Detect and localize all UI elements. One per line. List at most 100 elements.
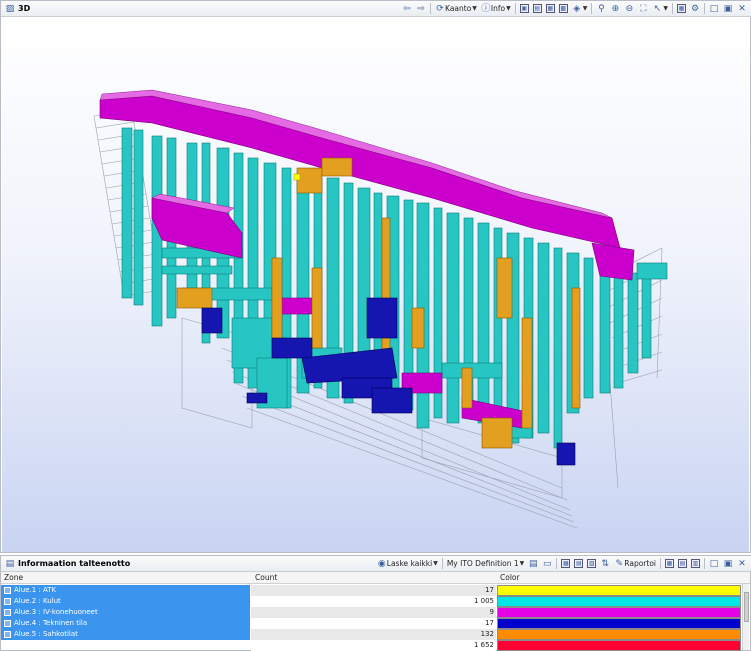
view-mode-button-2[interactable]: ▤ (531, 2, 544, 16)
definition-select[interactable]: My ITO Definition 1 ▼ (445, 557, 526, 571)
sort-button[interactable]: ⇅ (598, 557, 612, 571)
collapse-button[interactable]: ▤ (676, 557, 689, 571)
pointer-icon: ↖ (653, 3, 662, 14)
maximize-button[interactable]: ▣ (721, 2, 735, 16)
rotate-label: Kaanto (445, 4, 472, 13)
table-row[interactable]: Alue.1 : ATK 17 (1, 585, 743, 596)
camera-button[interactable]: ⚙ (688, 2, 702, 16)
zone-cell[interactable]: Alue.5 : Sahkotilat (1, 629, 250, 640)
info-minimize-button[interactable]: □ (707, 557, 721, 571)
minimize-button[interactable]: □ (707, 2, 721, 16)
zone-cell[interactable]: Alue.2 : Kulut (1, 596, 250, 607)
3d-view-icon: ▨ (5, 3, 15, 14)
color-swatch[interactable] (497, 629, 741, 640)
open-definition-button[interactable]: ▭ (540, 557, 554, 571)
table-row[interactable]: Alue.5 : Sahkotilat 132 (1, 629, 743, 640)
zone-icon (4, 630, 11, 638)
table-view-button-3[interactable]: ▧ (585, 557, 598, 571)
info-panel-icon: ▤ (5, 558, 15, 569)
3d-viewport[interactable] (2, 18, 749, 552)
color-swatch[interactable] (497, 640, 741, 651)
chevron-down-icon: ▼ (663, 5, 668, 12)
color-swatch[interactable] (497, 596, 741, 607)
zone-cell[interactable]: Alue.3 : IV-konehuoneet (1, 607, 250, 618)
zone-label: Alue.5 : Sahkotilat (14, 630, 78, 639)
calculate-all-button[interactable]: ◉ Laske kaikki ▼ (375, 557, 440, 571)
count-cell: 1 005 (251, 596, 496, 607)
info-panel-titlebar: ▤ Informaation talteenotto ◉ Laske kaikk… (1, 556, 751, 572)
report-icon: ✎ (615, 558, 624, 569)
info-retrieval-panel: ▤ Informaation talteenotto ◉ Laske kaikk… (0, 555, 751, 651)
view-mode-button-5[interactable]: ◈ ▼ (570, 2, 590, 16)
info-button[interactable]: ⓘ Info ▼ (479, 2, 513, 16)
column-header-count[interactable]: Count (255, 573, 277, 582)
forward-button[interactable]: ⇨ (414, 2, 428, 16)
zone-icon (4, 619, 11, 627)
zone-icon (4, 608, 11, 616)
toolbar-separator (556, 558, 558, 569)
collapse-icon: ▤ (678, 559, 687, 568)
yellow-zones (293, 173, 301, 181)
info-maximize-button[interactable]: ▣ (721, 557, 735, 571)
zone-label: Alue.2 : Kulut (14, 597, 61, 606)
building-model (93, 89, 668, 529)
3d-view-toolbar: ⇦ ⇨ ⟳ Kaanto ▼ ⓘ Info ▼ ▣ ▤ ▦ ▩ ◈ ▼ ⚲ ⊕ ⊖… (400, 1, 751, 17)
close-button[interactable]: ✕ (735, 2, 749, 16)
table-row[interactable]: 1 652 (1, 640, 743, 651)
color-swatch[interactable] (497, 607, 741, 618)
3d-view-panel: ▨ 3D ⇦ ⇨ ⟳ Kaanto ▼ ⓘ Info ▼ ▣ ▤ ▦ ▩ ◈ ▼ … (0, 0, 751, 553)
zoom-extents-icon: ⛶ (640, 3, 647, 14)
zone-cell[interactable] (1, 640, 250, 651)
view-mode-button-3[interactable]: ▦ (544, 2, 557, 16)
zone-label: Alue.3 : IV-konehuoneet (14, 608, 98, 617)
new-document-icon: ▤ (529, 558, 538, 569)
zone-cell[interactable]: Alue.4 : Tekninen tila (1, 618, 250, 629)
calculate-all-label: Laske kaikki (386, 559, 433, 568)
zone-label: Alue.1 : ATK (14, 586, 57, 595)
color-swatch[interactable] (497, 618, 741, 629)
table-view-button-1[interactable]: ▦ (559, 557, 572, 571)
table-header: Zone Count Color (1, 572, 750, 584)
column-header-zone[interactable]: Zone (4, 573, 23, 582)
shaded-icon: ▦ (545, 4, 555, 13)
toolbar-separator (441, 558, 443, 569)
report-label: Raportoi (624, 559, 656, 568)
column-header-color[interactable]: Color (500, 573, 520, 582)
columns-icon: ▥ (691, 559, 700, 568)
table-scrollbar[interactable] (742, 584, 749, 650)
scrollbar-thumb[interactable] (744, 592, 749, 622)
count-cell: 17 (251, 618, 496, 629)
count-cell: 17 (251, 585, 496, 596)
minimize-icon: □ (709, 558, 719, 569)
new-definition-button[interactable]: ▤ (526, 557, 540, 571)
settings-button[interactable]: ▦ (675, 2, 688, 16)
grid-icon: ▦ (677, 4, 686, 13)
report-button[interactable]: ✎ Raportoi (612, 557, 658, 571)
forward-arrow-icon: ⇨ (417, 3, 425, 14)
table-view-button-2[interactable]: ▤ (572, 557, 585, 571)
view-mode-button-4[interactable]: ▩ (557, 2, 570, 16)
view-mode-button-1[interactable]: ▣ (518, 2, 531, 16)
zoom-out-button[interactable]: ⊖ (622, 2, 636, 16)
zone-cell[interactable]: Alue.1 : ATK (1, 585, 250, 596)
zoom-button[interactable]: ⚲ (594, 2, 608, 16)
toolbar-separator (704, 558, 705, 569)
select-tool-button[interactable]: ↖ ▼ (650, 2, 670, 16)
maximize-icon: ▣ (723, 3, 733, 14)
expand-button[interactable]: ▦ (663, 557, 676, 571)
info-close-button[interactable]: ✕ (735, 557, 749, 571)
columns-button[interactable]: ▥ (689, 557, 702, 571)
toolbar-separator (591, 3, 593, 14)
zoom-in-button[interactable]: ⊕ (608, 2, 622, 16)
zoom-in-icon: ⊕ (611, 3, 620, 14)
count-cell: 1 652 (251, 640, 496, 651)
table-row[interactable]: Alue.3 : IV-konehuoneet 9 (1, 607, 743, 618)
back-button[interactable]: ⇦ (400, 2, 414, 16)
zoom-extents-button[interactable]: ⛶ (636, 2, 650, 16)
table-row[interactable]: Alue.4 : Tekninen tila 17 (1, 618, 743, 629)
rotate-button[interactable]: ⟳ Kaanto ▼ (433, 2, 479, 16)
rotate-icon: ⟳ (436, 3, 444, 14)
table-row[interactable]: Alue.2 : Kulut 1 005 (1, 596, 743, 607)
color-swatch[interactable] (497, 585, 741, 596)
count-cell: 132 (251, 629, 496, 640)
